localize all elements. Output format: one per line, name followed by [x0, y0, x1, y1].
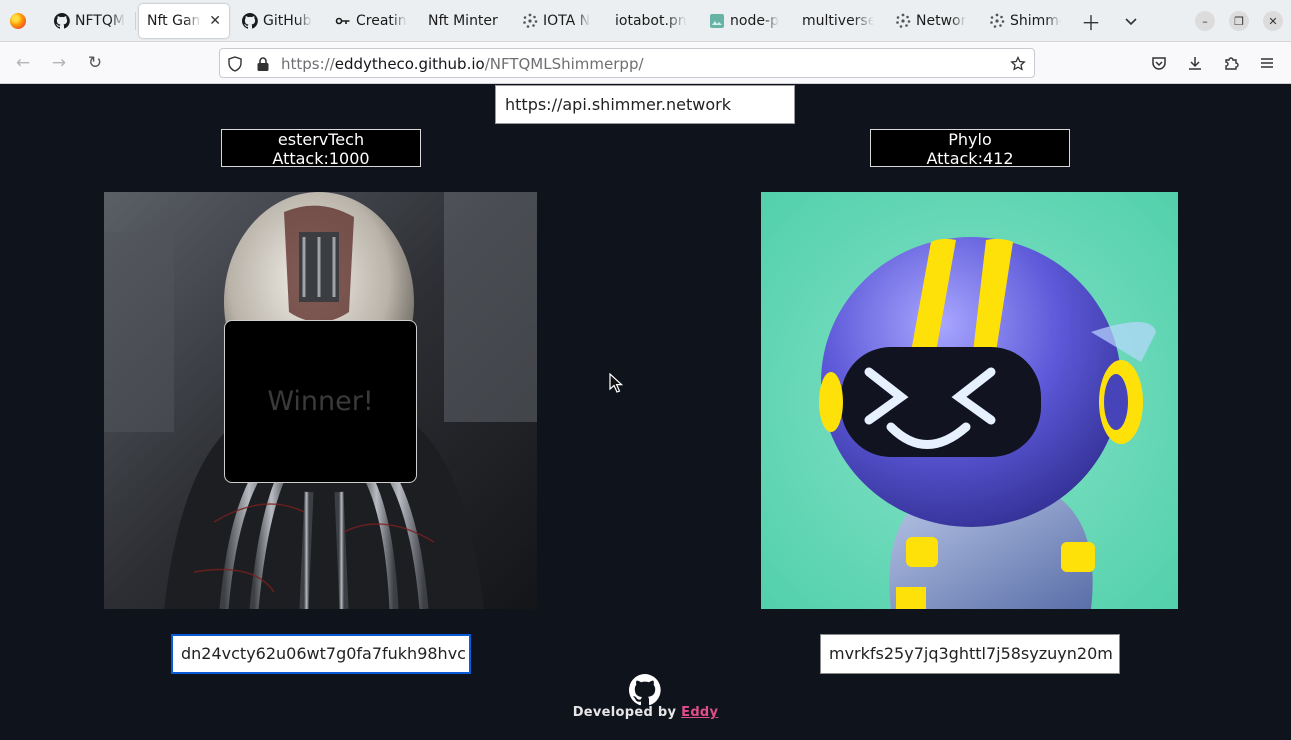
footer-prefix: Developed by	[572, 705, 677, 720]
list-tabs-button[interactable]	[1120, 10, 1142, 32]
firefox-icon[interactable]	[10, 13, 26, 29]
extensions-icon[interactable]	[1219, 52, 1243, 74]
tab-label: Creatin	[356, 13, 407, 29]
navigation-bar: ← → ↻ https://eddytheco.github.io/NFTQML…	[0, 42, 1291, 84]
left-address-input[interactable]: dn24vcty62u06wt7g0fa7fukh98hvc	[171, 634, 471, 674]
close-window-button[interactable]: ✕	[1263, 11, 1283, 31]
tab-label: node-p	[730, 13, 779, 29]
tab-multiverse[interactable]: multiverse	[794, 4, 882, 38]
right-player-name: Phylo	[948, 130, 992, 149]
image-icon	[709, 13, 725, 29]
close-tab-icon[interactable]: ✕	[209, 13, 221, 29]
url-path: /NFTQMLShimmerpp/	[484, 55, 644, 73]
footer-credit: Developed by Eddy	[0, 705, 1291, 720]
bookmark-star-icon[interactable]	[1009, 55, 1027, 73]
right-player-attack: Attack:412	[926, 149, 1014, 168]
restore-button[interactable]: ❐	[1229, 11, 1249, 31]
tab-github[interactable]: GitHub	[234, 4, 322, 38]
iota-icon	[522, 13, 538, 29]
tab-label: Nft Minter	[428, 13, 498, 29]
tab-nft-game[interactable]: Nft Gam ✕	[139, 4, 229, 38]
git-icon	[335, 13, 351, 29]
tab-bar: NFTQM Nft Gam ✕ GitHub Creatin Nft Minte…	[0, 0, 1291, 42]
lock-icon[interactable]	[254, 55, 272, 73]
author-link[interactable]: Eddy	[681, 705, 718, 720]
tab-nftqm[interactable]: NFTQM	[46, 4, 134, 38]
github-icon	[242, 13, 258, 29]
left-player-attack: Attack:1000	[272, 149, 370, 168]
github-icon	[54, 13, 70, 29]
tab-node-p[interactable]: node-p	[701, 4, 789, 38]
mouse-cursor-icon	[609, 373, 623, 393]
url-bar[interactable]: https://eddytheco.github.io/NFTQMLShimme…	[219, 48, 1035, 78]
back-button[interactable]: ←	[11, 52, 35, 74]
tab-label: Nft Gam	[147, 13, 202, 29]
tab-nft-minter[interactable]: Nft Minter	[420, 4, 508, 38]
game-page: https://api.shimmer.network estervTech A…	[0, 85, 1291, 740]
tab-label: IOTA N	[543, 13, 591, 29]
tab-label: GitHub	[263, 13, 312, 29]
url-host: eddytheco.github.io	[334, 55, 485, 73]
github-icon[interactable]	[628, 674, 661, 706]
url-text[interactable]: https://eddytheco.github.io/NFTQMLShimme…	[281, 55, 644, 73]
right-player-card: Phylo Attack:412	[870, 129, 1070, 168]
reload-button[interactable]: ↻	[83, 52, 107, 74]
downloads-icon[interactable]	[1183, 52, 1207, 74]
tab-label: NFTQM	[75, 13, 125, 29]
tab-network[interactable]: Networ	[887, 4, 977, 38]
winner-overlay: Winner!	[224, 320, 417, 483]
shield-icon[interactable]	[226, 55, 244, 73]
pocket-icon[interactable]	[1147, 52, 1171, 74]
iota-icon	[989, 13, 1005, 29]
tab-label: Shimme	[1010, 13, 1061, 29]
node-url-input[interactable]: https://api.shimmer.network	[495, 85, 795, 124]
forward-button[interactable]: →	[47, 52, 71, 74]
tab-separator	[135, 12, 136, 30]
tab-label: Networ	[916, 13, 967, 29]
left-player-name: estervTech	[277, 130, 365, 149]
menu-icon[interactable]	[1255, 52, 1279, 74]
right-nft-image[interactable]	[761, 192, 1178, 609]
iota-icon	[895, 13, 911, 29]
minimize-button[interactable]: –	[1195, 11, 1215, 31]
left-player-card: estervTech Attack:1000	[221, 129, 421, 168]
tab-iota-nft[interactable]: IOTA N	[514, 4, 602, 38]
tab-label: iotabot.pn	[615, 13, 687, 29]
new-tab-button[interactable]: ＋	[1080, 10, 1102, 35]
right-address-input[interactable]: mvrkfs25y7jq3ghttl7j58syzuyn20m	[820, 634, 1120, 674]
tab-creating[interactable]: Creatin	[327, 4, 417, 38]
tab-shimmer[interactable]: Shimme	[981, 4, 1069, 38]
tab-iotabot-png[interactable]: iotabot.pn	[607, 4, 695, 38]
chevron-down-icon	[1125, 18, 1137, 26]
tab-label: multiverse	[802, 13, 874, 29]
